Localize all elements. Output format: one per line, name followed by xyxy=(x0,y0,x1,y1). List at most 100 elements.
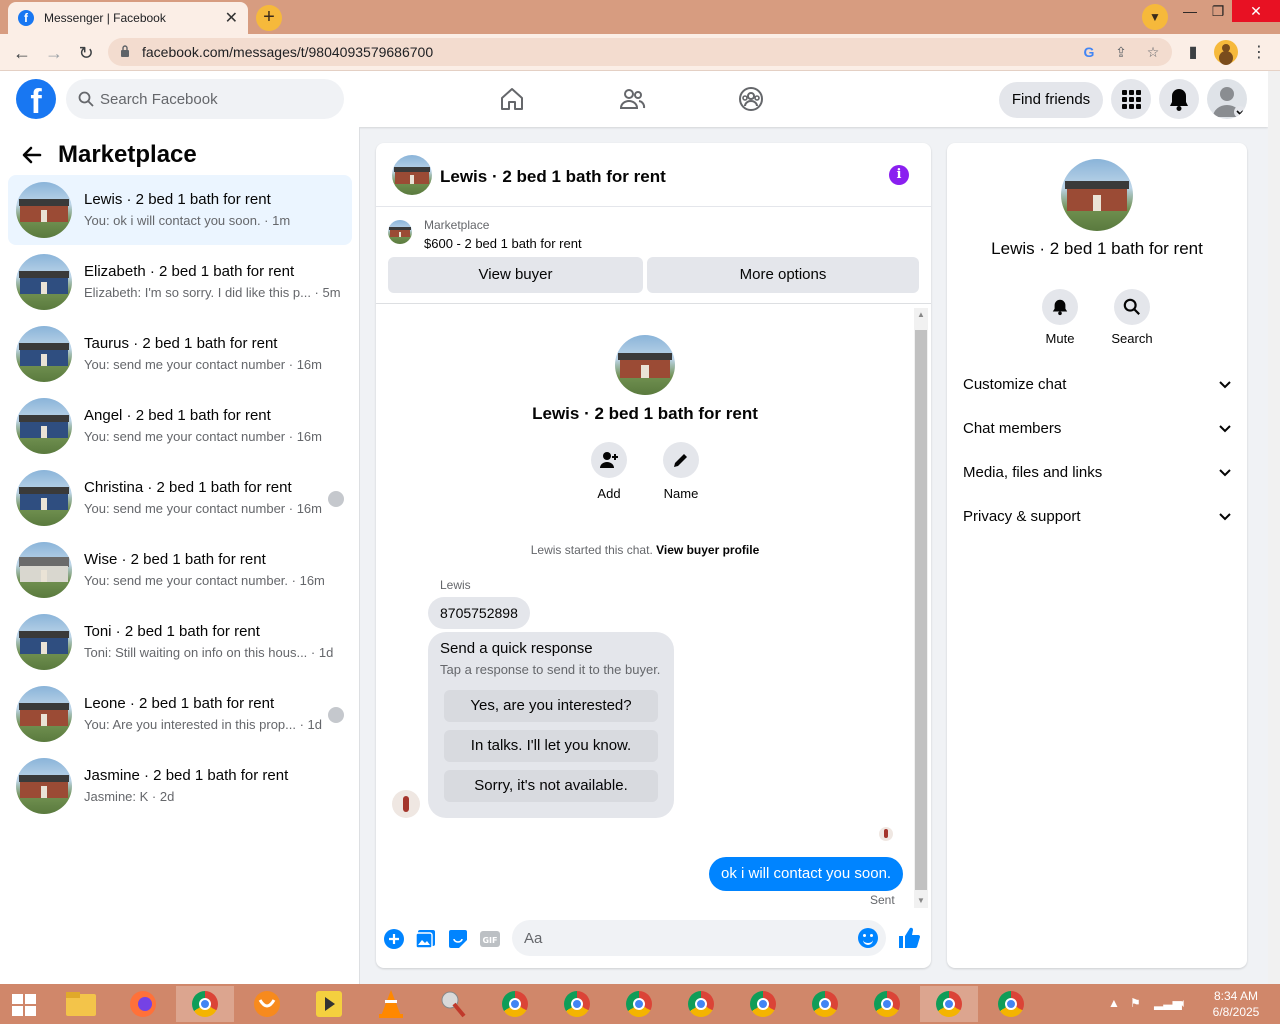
flag-icon[interactable]: ⚑ xyxy=(1130,996,1141,1010)
page-scrollbar[interactable] xyxy=(1268,71,1280,984)
scroll-up-icon[interactable]: ▲ xyxy=(917,310,925,319)
taskbar-chrome[interactable] xyxy=(672,986,730,1022)
conversation-item[interactable]: Christina · 2 bed 1 bath for rent You: se… xyxy=(8,463,352,533)
privacy-support-section[interactable]: Privacy & support xyxy=(963,497,1235,537)
quick-response-button[interactable]: Yes, are you interested? xyxy=(444,690,658,722)
facebook-search[interactable] xyxy=(66,79,344,119)
account-avatar[interactable] xyxy=(1207,79,1247,119)
conversation-item[interactable]: Toni · 2 bed 1 bath for rent Toni: Still … xyxy=(8,607,352,677)
search-in-chat-button[interactable]: Search xyxy=(1102,289,1162,346)
more-options-button[interactable]: More options xyxy=(647,257,919,293)
friends-icon[interactable] xyxy=(618,85,646,113)
windows-start-icon[interactable] xyxy=(12,994,36,1016)
chat-title[interactable]: Lewis · 2 bed 1 bath for rent xyxy=(440,167,666,187)
tray-chevron-icon[interactable]: ▲ xyxy=(1108,996,1120,1010)
listing-price[interactable]: $600 - 2 bed 1 bath for rent xyxy=(424,236,582,251)
home-icon[interactable] xyxy=(498,85,526,113)
conversation-preview: Elizabeth: I'm so sorry. I did like this… xyxy=(84,285,341,300)
name-chat-button[interactable]: Name xyxy=(651,442,711,501)
network-icon[interactable]: ▂▃▅ xyxy=(1154,996,1182,1010)
conversation-item[interactable]: Lewis · 2 bed 1 bath for rent You: ok i w… xyxy=(8,175,352,245)
groups-icon[interactable] xyxy=(737,85,765,113)
view-buyer-button[interactable]: View buyer xyxy=(388,257,643,293)
info-icon[interactable]: i xyxy=(889,165,909,185)
tab-close-icon[interactable]: ✕ xyxy=(225,8,238,28)
taskbar-chrome[interactable] xyxy=(920,986,978,1022)
reload-icon[interactable]: ↻ xyxy=(74,41,98,65)
listing-thumbnail[interactable] xyxy=(388,220,412,244)
chat-avatar[interactable] xyxy=(392,155,432,195)
conversation-avatar xyxy=(16,542,72,598)
incoming-message[interactable]: 8705752898 xyxy=(428,597,530,629)
message-composer[interactable] xyxy=(512,920,886,956)
window-close-button[interactable]: ✕ xyxy=(1232,0,1280,22)
firefox-icon[interactable] xyxy=(114,986,172,1022)
view-buyer-profile-link[interactable]: View buyer profile xyxy=(656,543,759,557)
marketplace-sidebar: Marketplace Lewis · 2 bed 1 bath for ren… xyxy=(0,127,360,984)
customize-chat-section[interactable]: Customize chat xyxy=(963,365,1235,405)
photo-icon[interactable] xyxy=(415,928,437,950)
conversation-item[interactable]: Angel · 2 bed 1 bath for rent You: send m… xyxy=(8,391,352,461)
conversation-item[interactable]: Jasmine · 2 bed 1 bath for rent Jasmine: … xyxy=(8,751,352,821)
media-files-links-section[interactable]: Media, files and links xyxy=(963,453,1235,493)
scroll-thumb[interactable] xyxy=(915,330,927,890)
conversation-avatar xyxy=(16,614,72,670)
clock[interactable]: 8:34 AM 6/8/2025 xyxy=(1204,988,1268,1020)
facebook-logo-icon[interactable]: f xyxy=(16,79,56,119)
find-friends-button[interactable]: Find friends xyxy=(999,82,1103,118)
share-icon[interactable]: ⇪ xyxy=(1112,43,1130,61)
emoji-icon[interactable] xyxy=(858,928,878,948)
sender-avatar[interactable] xyxy=(392,790,420,818)
tab-search-chevron-icon[interactable]: ▼ xyxy=(1142,4,1168,30)
media-player-icon[interactable] xyxy=(300,986,358,1022)
taskbar-chrome[interactable] xyxy=(982,986,1040,1022)
chrome-profile-icon[interactable] xyxy=(1214,40,1238,64)
chrome-menu-icon[interactable]: ⋮ xyxy=(1248,42,1270,64)
browser-tab[interactable]: f Messenger | Facebook ✕ xyxy=(8,2,248,34)
sticker-icon[interactable] xyxy=(447,928,469,950)
paint-tool-icon[interactable] xyxy=(424,986,482,1022)
conversation-avatar xyxy=(16,398,72,454)
back-arrow-icon[interactable]: ← xyxy=(10,41,34,65)
bookmark-star-icon[interactable]: ☆ xyxy=(1144,43,1162,61)
chat-members-section[interactable]: Chat members xyxy=(963,409,1235,449)
taskbar-chrome[interactable] xyxy=(734,986,792,1022)
chat-scrollbar[interactable]: ▲ ▼ xyxy=(914,308,928,908)
taskbar-chrome[interactable] xyxy=(176,986,234,1022)
quick-response-button[interactable]: In talks. I'll let you know. xyxy=(444,730,658,762)
section-label: Media, files and links xyxy=(963,464,1103,481)
new-tab-button[interactable]: + xyxy=(256,5,282,31)
conversation-item[interactable]: Taurus · 2 bed 1 bath for rent You: send … xyxy=(8,319,352,389)
scroll-down-icon[interactable]: ▼ xyxy=(917,896,925,905)
taskbar-chrome[interactable] xyxy=(486,986,544,1022)
conversation-item[interactable]: Elizabeth · 2 bed 1 bath for rent Elizabe… xyxy=(8,247,352,317)
volume-icon[interactable]: 🔈︎ xyxy=(1180,996,1187,1011)
message-input[interactable] xyxy=(524,920,844,956)
conversation-item[interactable]: Wise · 2 bed 1 bath for rent You: send me… xyxy=(8,535,352,605)
vlc-icon[interactable] xyxy=(362,986,420,1022)
notifications-button[interactable] xyxy=(1159,79,1199,119)
address-bar[interactable]: facebook.com/messages/t/9804093579686700… xyxy=(108,38,1172,66)
uc-browser-icon[interactable] xyxy=(238,986,296,1022)
plus-circle-icon[interactable] xyxy=(383,928,405,950)
mute-button[interactable]: Mute xyxy=(1030,289,1090,346)
taskbar-chrome[interactable] xyxy=(858,986,916,1022)
quick-response-button[interactable]: Sorry, it's not available. xyxy=(444,770,658,802)
gif-icon[interactable]: GIF xyxy=(479,928,501,950)
thumbs-up-icon[interactable] xyxy=(897,926,921,950)
search-input[interactable] xyxy=(100,79,330,119)
taskbar-chrome[interactable] xyxy=(796,986,854,1022)
add-people-button[interactable]: Add xyxy=(579,442,639,501)
forward-arrow-icon[interactable]: → xyxy=(42,41,66,65)
taskbar-chrome[interactable] xyxy=(610,986,668,1022)
file-explorer-icon[interactable] xyxy=(52,986,110,1022)
conversation-item[interactable]: Leone · 2 bed 1 bath for rent You: Are yo… xyxy=(8,679,352,749)
menu-grid-button[interactable] xyxy=(1111,79,1151,119)
sender-name: Lewis xyxy=(440,578,471,592)
outgoing-message[interactable]: ok i will contact you soon. xyxy=(709,857,904,891)
google-icon[interactable]: G xyxy=(1080,43,1098,61)
taskbar-chrome[interactable] xyxy=(548,986,606,1022)
side-panel-icon[interactable]: ▮ xyxy=(1182,42,1204,64)
window-restore-button[interactable]: ❐ xyxy=(1200,0,1236,22)
back-arrow-icon[interactable] xyxy=(20,143,44,167)
